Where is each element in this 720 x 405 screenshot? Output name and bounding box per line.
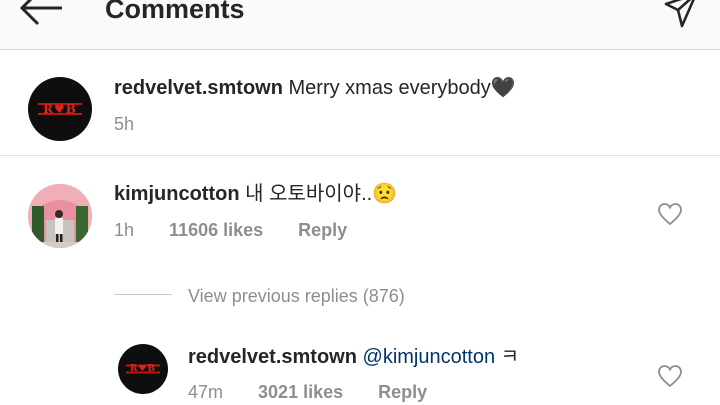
view-previous-replies-button[interactable]: View previous replies (876): [188, 285, 405, 307]
reply-mention-link[interactable]: @kimjuncotton: [363, 346, 496, 368]
reply-reply-button[interactable]: Reply: [378, 382, 427, 402]
caption-username[interactable]: redvelvet.smtown: [114, 77, 283, 99]
comment-username[interactable]: kimjuncotton: [114, 183, 240, 205]
caption-time: 5h: [114, 114, 135, 134]
comment-line: kimjuncotton 내 오토바이야..😟: [114, 182, 397, 206]
caption-line: redvelvet.smtown Merry xmas everybody🖤: [114, 76, 516, 100]
reply-text: ㅋ: [500, 346, 520, 368]
caption-text: Merry xmas everybody: [288, 77, 491, 99]
logo-text: R♥B: [43, 102, 77, 116]
top-app-bar: Comments: [0, 0, 720, 50]
black-heart-emoji-icon: 🖤: [490, 77, 516, 99]
avatar[interactable]: R♥B: [118, 344, 168, 394]
comment-reply-button[interactable]: Reply: [298, 220, 347, 240]
worried-face-emoji-icon: 😟: [372, 183, 398, 205]
comment-likes[interactable]: 11606 likes: [169, 220, 263, 240]
reply-line: redvelvet.smtown @kimjuncotton ㅋ: [188, 345, 519, 369]
caption-meta: 5h: [114, 113, 134, 135]
arrow-left-icon[interactable]: [18, 0, 68, 26]
post-caption: R♥B redvelvet.smtown Merry xmas everybod…: [0, 51, 720, 156]
reply-meta: 47m 3021 likes Reply: [188, 381, 457, 403]
avatar-photo-icon: [28, 184, 92, 248]
page-title: Comments: [105, 0, 245, 24]
comment-time: 1h: [114, 220, 135, 240]
reply-username[interactable]: redvelvet.smtown: [188, 346, 357, 368]
paper-plane-icon[interactable]: [660, 0, 700, 30]
replies-divider: [114, 294, 172, 295]
logo-text: R♥B: [129, 364, 157, 374]
comment-meta: 1h 11606 likes Reply: [114, 219, 377, 241]
reply-likes[interactable]: 3021 likes: [258, 382, 343, 402]
avatar[interactable]: [28, 184, 92, 248]
reply-time: 47m: [188, 382, 224, 402]
comment-text: 내 오토바이야..: [245, 183, 373, 205]
heart-icon[interactable]: [657, 364, 683, 388]
avatar[interactable]: R♥B: [28, 77, 92, 141]
heart-icon[interactable]: [657, 202, 683, 226]
